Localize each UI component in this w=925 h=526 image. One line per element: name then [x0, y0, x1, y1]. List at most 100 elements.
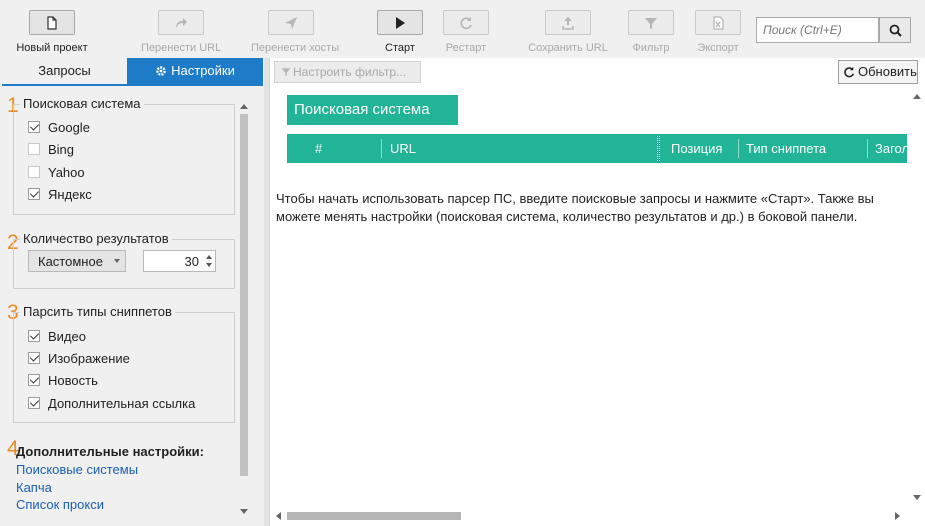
checkbox-checked[interactable]: [28, 188, 40, 200]
settings-panel: 1 Поисковая система Google Bing Yahoo Ян…: [2, 86, 263, 526]
google-label: Google: [48, 119, 90, 135]
toolbar: Новый проект Перенести URL Перенести хос…: [0, 0, 925, 56]
save-url-label: Сохранить URL: [528, 42, 608, 54]
export-button[interactable]: Экспорт: [678, 10, 758, 54]
new-file-icon: [47, 15, 57, 30]
image-label: Изображение: [48, 350, 130, 366]
column-number[interactable]: #: [315, 134, 322, 163]
results-mode-value: Кастомное: [38, 254, 103, 269]
video-checkbox[interactable]: Видео: [28, 327, 86, 345]
sitelink-checkbox[interactable]: Дополнительная ссылка: [28, 394, 195, 412]
bing-label: Bing: [48, 141, 75, 157]
excel-file-icon: [713, 15, 724, 30]
column-separator: [381, 139, 382, 158]
refresh-label: Обновить: [858, 64, 917, 79]
scroll-left-icon[interactable]: [276, 512, 281, 520]
news-label: Новость: [48, 372, 98, 388]
horizontal-scroll-thumb[interactable]: [287, 512, 461, 520]
spin-up-icon[interactable]: [206, 255, 212, 259]
search-input[interactable]: Поиск (Ctrl+E): [756, 17, 879, 43]
new-project-label: Новый проект: [16, 42, 88, 54]
new-project-button[interactable]: Новый проект: [12, 10, 92, 54]
checkbox-checked[interactable]: [28, 397, 40, 409]
yahoo-label: Yahoo: [48, 164, 85, 180]
forward-icon: [176, 17, 187, 28]
sitelink-label: Дополнительная ссылка: [48, 395, 196, 411]
results-mode-select[interactable]: Кастомное: [28, 250, 126, 272]
engine-section-header: Поисковая система: [287, 95, 458, 125]
column-snippet-type[interactable]: Тип сниппета: [746, 134, 826, 163]
scroll-up-icon[interactable]: [240, 104, 248, 109]
results-table-header: # URL Позиция Тип сниппета Заголовок: [287, 134, 907, 163]
upload-icon: [562, 16, 574, 30]
yandex-label: Яндекс: [48, 186, 92, 202]
save-url-button[interactable]: Сохранить URL: [528, 10, 608, 54]
google-checkbox[interactable]: Google: [28, 118, 90, 136]
results-panel: Настроить фильтр... Обновить Поисковая с…: [269, 58, 925, 526]
column-position[interactable]: Позиция: [671, 134, 722, 163]
snippet-types-title: Парсить типы сниппетов: [20, 304, 175, 319]
send-icon: [285, 16, 297, 29]
spin-down-icon[interactable]: [206, 263, 212, 267]
column-separator: [738, 139, 739, 158]
scroll-down-icon[interactable]: [913, 495, 921, 500]
search-engine-group: Поисковая система Google Bing Yahoo Янде…: [13, 96, 235, 215]
restart-label: Рестарт: [445, 42, 487, 54]
yandex-checkbox[interactable]: Яндекс: [28, 185, 92, 203]
transfer-url-button[interactable]: Перенести URL: [141, 10, 221, 54]
transfer-hosts-button[interactable]: Перенести хосты: [251, 10, 340, 54]
video-label: Видео: [48, 328, 86, 344]
transfer-hosts-label: Перенести хосты: [251, 42, 340, 54]
refresh-icon: [844, 66, 855, 78]
news-checkbox[interactable]: Новость: [28, 371, 98, 389]
left-tabs: Запросы Настройки: [2, 58, 263, 84]
results-count-input[interactable]: 30: [143, 250, 216, 272]
results-count-group: Количество результатов Кастомное 30: [13, 231, 235, 289]
export-label: Экспорт: [697, 42, 739, 54]
gear-icon: [155, 60, 167, 86]
checkbox-checked[interactable]: [28, 330, 40, 342]
right-scrollbar[interactable]: [911, 94, 921, 500]
column-resize-handle[interactable]: [657, 136, 660, 161]
image-checkbox[interactable]: Изображение: [28, 349, 130, 367]
getting-started-text: Чтобы начать использовать парсер ПС, вве…: [276, 191, 874, 224]
configure-filter-button[interactable]: Настроить фильтр...: [274, 61, 421, 83]
link-proxy-list[interactable]: Список прокси: [16, 497, 104, 512]
scroll-right-icon[interactable]: [895, 512, 900, 520]
tab-settings[interactable]: Настройки: [127, 58, 263, 84]
results-count-value: 30: [184, 254, 199, 269]
checkbox-checked[interactable]: [28, 374, 40, 386]
results-count-title: Количество результатов: [20, 231, 172, 246]
scroll-thumb[interactable]: [240, 114, 248, 476]
tab-settings-label: Настройки: [171, 63, 235, 78]
funnel-icon: [281, 68, 291, 77]
column-url[interactable]: URL: [390, 134, 416, 163]
dropdown-arrow-icon: [114, 259, 120, 263]
bing-checkbox[interactable]: Bing: [28, 140, 74, 158]
horizontal-scrollbar[interactable]: [274, 508, 902, 520]
funnel-icon: [645, 17, 657, 29]
refresh-icon: [460, 16, 472, 29]
checkbox-checked[interactable]: [28, 121, 40, 133]
search-engine-title: Поисковая система: [20, 96, 144, 111]
link-captcha[interactable]: Капча: [16, 480, 52, 495]
refresh-button[interactable]: Обновить: [838, 60, 918, 84]
restart-button[interactable]: Рестарт: [426, 10, 506, 54]
tab-requests[interactable]: Запросы: [2, 58, 127, 84]
link-search-engines[interactable]: Поисковые системы: [16, 462, 138, 477]
search-button[interactable]: [879, 17, 911, 43]
yahoo-checkbox[interactable]: Yahoo: [28, 163, 85, 181]
play-icon: [396, 16, 405, 29]
search-icon: [889, 24, 902, 37]
left-scrollbar[interactable]: [238, 104, 250, 514]
transfer-url-label: Перенести URL: [141, 42, 222, 54]
configure-filter-label: Настроить фильтр...: [293, 65, 407, 79]
scroll-up-icon[interactable]: [913, 94, 921, 99]
checkbox-unchecked[interactable]: [28, 166, 40, 178]
column-title[interactable]: Заголовок: [875, 134, 907, 163]
checkbox-checked[interactable]: [28, 352, 40, 364]
column-separator: [867, 139, 868, 158]
checkbox-unchecked[interactable]: [28, 143, 40, 155]
snippet-types-group: Парсить типы сниппетов Видео Изображение…: [13, 304, 235, 423]
scroll-down-icon[interactable]: [240, 509, 248, 514]
